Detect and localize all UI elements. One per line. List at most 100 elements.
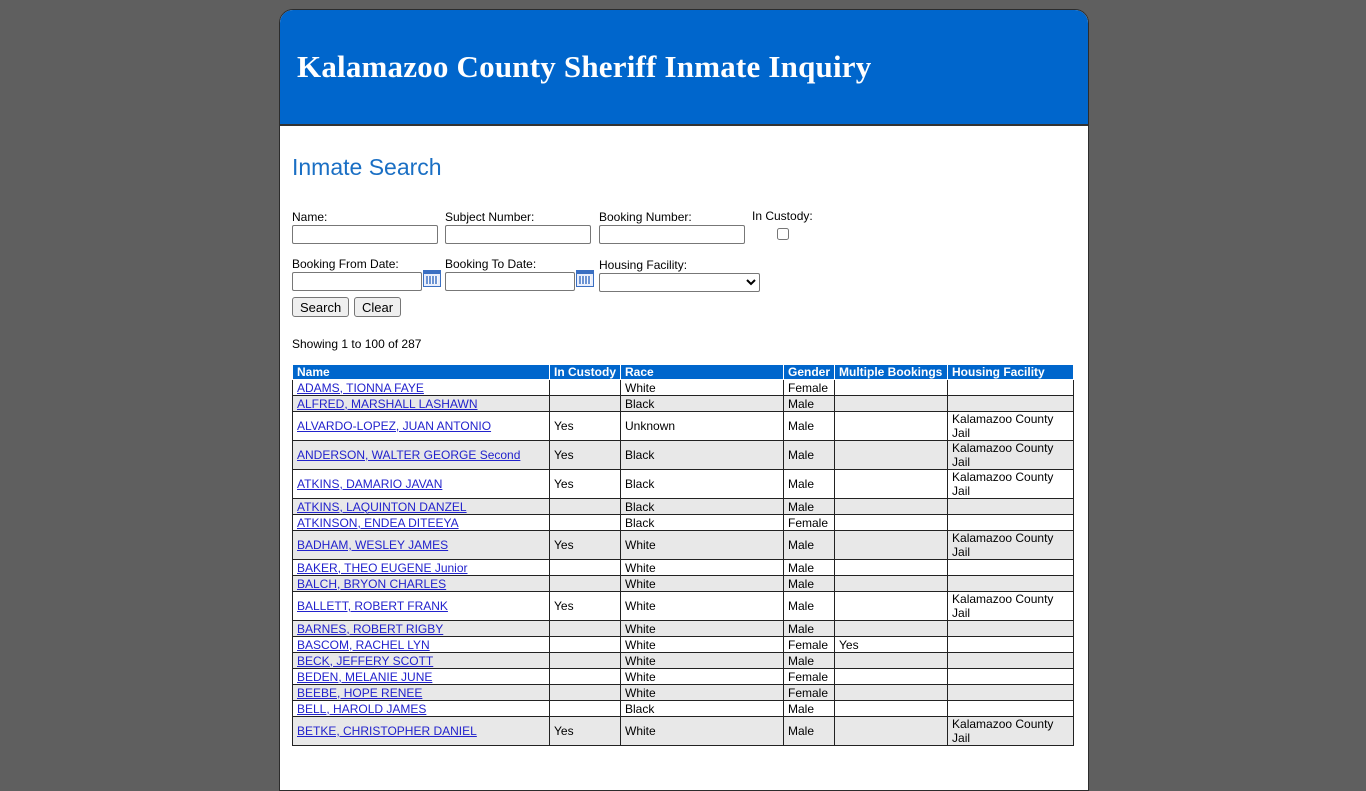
- cell-housing-facility: Kalamazoo County Jail: [947, 440, 1075, 470]
- cell-multiple-bookings: [834, 668, 949, 685]
- cell-in-custody: Yes: [549, 591, 621, 621]
- column-header-multiple-bookings[interactable]: Multiple Bookings: [834, 364, 949, 380]
- cell-in-custody: Yes: [549, 716, 621, 746]
- name-input[interactable]: [292, 225, 438, 244]
- cell-housing-facility: Kalamazoo County Jail: [947, 469, 1075, 499]
- inmate-name-link[interactable]: BETKE, CHRISTOPHER DANIEL: [297, 724, 477, 738]
- inmate-name-link[interactable]: ATKINS, LAQUINTON DANZEL: [297, 500, 467, 514]
- cell-housing-facility: [947, 636, 1075, 653]
- cell-name: ALFRED, MARSHALL LASHAWN: [292, 395, 550, 412]
- search-button[interactable]: Search: [292, 297, 350, 317]
- table-row: BALCH, BRYON CHARLES White Male: [292, 575, 1075, 592]
- cell-gender: Female: [782, 514, 836, 531]
- cell-housing-facility: [947, 498, 1075, 515]
- cell-name: BARNES, ROBERT RIGBY: [292, 620, 550, 637]
- inmate-name-link[interactable]: ALVARDO-LOPEZ, JUAN ANTONIO: [297, 419, 491, 433]
- table-row: BARNES, ROBERT RIGBY White Male: [292, 620, 1075, 637]
- inmate-name-link[interactable]: BALCH, BRYON CHARLES: [297, 577, 446, 591]
- table-row: BECK, JEFFERY SCOTT White Male: [292, 652, 1075, 669]
- inmate-name-link[interactable]: ADAMS, TIONNA FAYE: [297, 381, 424, 395]
- cell-gender: Male: [782, 498, 836, 515]
- inmate-name-link[interactable]: BADHAM, WESLEY JAMES: [297, 538, 448, 552]
- column-header-housing-facility[interactable]: Housing Facility: [947, 364, 1075, 380]
- cell-multiple-bookings: [834, 514, 949, 531]
- calendar-icon[interactable]: [576, 270, 594, 287]
- table-row: BASCOM, RACHEL LYN White Female Yes: [292, 636, 1075, 653]
- inmate-name-link[interactable]: BARNES, ROBERT RIGBY: [297, 622, 443, 636]
- cell-name: BEEBE, HOPE RENEE: [292, 684, 550, 701]
- cell-housing-facility: [947, 559, 1075, 576]
- inmate-name-link[interactable]: BELL, HAROLD JAMES: [297, 702, 426, 716]
- inmate-name-link[interactable]: ATKINS, DAMARIO JAVAN: [297, 477, 442, 491]
- column-header-in-custody[interactable]: In Custody: [549, 364, 621, 380]
- cell-in-custody: [549, 395, 621, 412]
- column-header-race[interactable]: Race: [620, 364, 784, 380]
- inmate-name-link[interactable]: BEDEN, MELANIE JUNE: [297, 670, 432, 684]
- table-header-row: Name In Custody Race Gender Multiple Boo…: [292, 364, 1075, 380]
- cell-race: White: [620, 684, 784, 701]
- cell-gender: Male: [782, 440, 836, 470]
- cell-race: White: [620, 530, 784, 560]
- cell-race: Black: [620, 514, 784, 531]
- cell-name: BETKE, CHRISTOPHER DANIEL: [292, 716, 550, 746]
- in-custody-checkbox[interactable]: [777, 228, 789, 240]
- booking-from-date-input[interactable]: [292, 272, 422, 291]
- cell-housing-facility: [947, 652, 1075, 669]
- inmate-name-link[interactable]: BEEBE, HOPE RENEE: [297, 686, 422, 700]
- housing-facility-label: Housing Facility:: [599, 258, 688, 272]
- cell-gender: Female: [782, 684, 836, 701]
- cell-race: Black: [620, 395, 784, 412]
- name-label: Name:: [292, 210, 328, 224]
- in-custody-label: In Custody:: [752, 209, 813, 223]
- cell-race: White: [620, 559, 784, 576]
- clear-button[interactable]: Clear: [354, 297, 402, 317]
- calendar-icon[interactable]: [423, 270, 441, 287]
- cell-race: White: [620, 652, 784, 669]
- cell-multiple-bookings: [834, 559, 949, 576]
- inmate-name-link[interactable]: BECK, JEFFERY SCOTT: [297, 654, 433, 668]
- inmate-name-link[interactable]: ATKINSON, ENDEA DITEEYA: [297, 516, 459, 530]
- inmate-name-link[interactable]: ANDERSON, WALTER GEORGE Second: [297, 448, 520, 462]
- booking-to-date-input[interactable]: [445, 272, 575, 291]
- cell-in-custody: [549, 636, 621, 653]
- cell-name: ATKINSON, ENDEA DITEEYA: [292, 514, 550, 531]
- subject-number-input[interactable]: [445, 225, 591, 244]
- cell-gender: Male: [782, 559, 836, 576]
- page-container: Kalamazoo County Sheriff Inmate Inquiry …: [279, 9, 1089, 791]
- inmate-name-link[interactable]: BASCOM, RACHEL LYN: [297, 638, 430, 652]
- cell-name: BALCH, BRYON CHARLES: [292, 575, 550, 592]
- table-row: ATKINS, DAMARIO JAVAN Yes Black Male Kalamaz…: [292, 469, 1075, 499]
- cell-gender: Female: [782, 379, 836, 396]
- cell-name: BASCOM, RACHEL LYN: [292, 636, 550, 653]
- site-title: Kalamazoo County Sheriff Inmate Inquiry: [297, 49, 872, 84]
- cell-gender: Male: [782, 716, 836, 746]
- cell-in-custody: Yes: [549, 530, 621, 560]
- column-header-name[interactable]: Name: [292, 364, 550, 380]
- table-row: ADAMS, TIONNA FAYE White Female: [292, 379, 1075, 396]
- booking-from-date-label: Booking From Date:: [292, 257, 399, 271]
- cell-race: White: [620, 716, 784, 746]
- cell-race: White: [620, 591, 784, 621]
- inmate-name-link[interactable]: BAKER, THEO EUGENE Junior: [297, 561, 468, 575]
- cell-name: ADAMS, TIONNA FAYE: [292, 379, 550, 396]
- subject-number-label: Subject Number:: [445, 210, 535, 224]
- cell-name: BELL, HAROLD JAMES: [292, 700, 550, 717]
- inmate-name-link[interactable]: ALFRED, MARSHALL LASHAWN: [297, 397, 478, 411]
- custody-field-group: In Custody:: [752, 209, 813, 243]
- column-header-gender[interactable]: Gender: [782, 364, 836, 380]
- booking-number-input[interactable]: [599, 225, 745, 244]
- housing-facility-select[interactable]: [599, 273, 760, 292]
- inmate-results-table: Name In Custody Race Gender Multiple Boo…: [292, 364, 1075, 746]
- inmate-name-link[interactable]: BALLETT, ROBERT FRANK: [297, 599, 448, 613]
- facility-field-group: Housing Facility:: [599, 258, 760, 292]
- cell-in-custody: [549, 700, 621, 717]
- table-row: BALLETT, ROBERT FRANK Yes White Male Kalamaz…: [292, 591, 1075, 621]
- cell-in-custody: Yes: [549, 440, 621, 470]
- cell-in-custody: Yes: [549, 411, 621, 441]
- table-row: ANDERSON, WALTER GEORGE Second Yes Black Ma…: [292, 440, 1075, 470]
- cell-name: BECK, JEFFERY SCOTT: [292, 652, 550, 669]
- cell-in-custody: [549, 620, 621, 637]
- cell-race: Black: [620, 700, 784, 717]
- cell-housing-facility: [947, 575, 1075, 592]
- table-row: ATKINSON, ENDEA DITEEYA Black Female: [292, 514, 1075, 531]
